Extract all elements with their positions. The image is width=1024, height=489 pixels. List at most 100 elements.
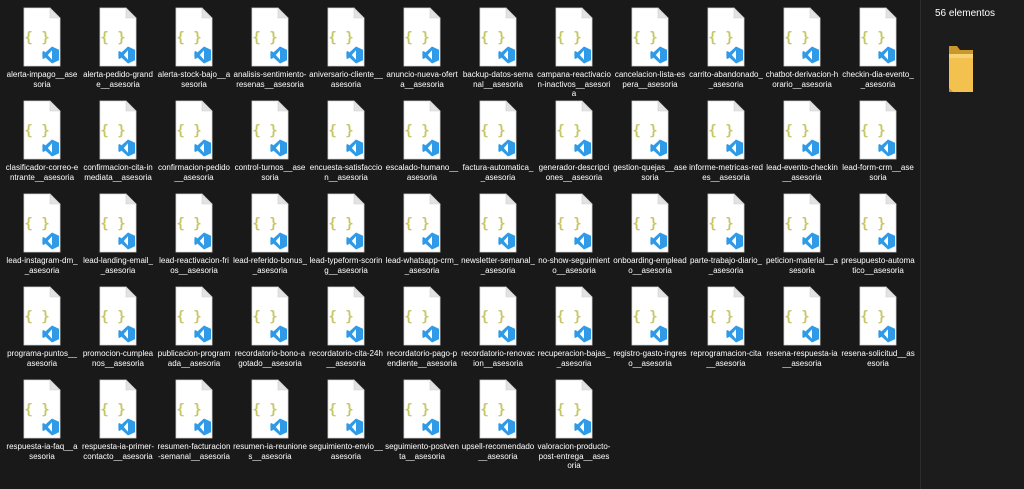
file-item[interactable]: { } parte-trabajo-diario__asesoria: [688, 190, 764, 283]
file-item[interactable]: { } analisis-sentimiento-resenas__asesor…: [232, 4, 308, 97]
file-item[interactable]: { } informe-metricas-redes__asesoria: [688, 97, 764, 190]
file-item[interactable]: { } presupuesto-automatico__asesoria: [840, 190, 916, 283]
file-item[interactable]: { } seguimiento-postventa__asesoria: [384, 376, 460, 469]
file-item[interactable]: { } resumen-ia-reuniones__asesoria: [232, 376, 308, 469]
file-item[interactable]: { } upsell-recomendado__asesoria: [460, 376, 536, 469]
file-item[interactable]: { } resena-solicitud__asesoria: [840, 283, 916, 376]
file-item[interactable]: { } lead-instagram-dm__asesoria: [4, 190, 80, 283]
file-name-label: newsletter-semanal__asesoria: [461, 256, 535, 275]
file-item[interactable]: { } cancelacion-lista-espera__asesoria: [612, 4, 688, 97]
file-item[interactable]: { } recordatorio-pago-pendiente__asesori…: [384, 283, 460, 376]
file-item[interactable]: { } peticion-material__asesoria: [764, 190, 840, 283]
file-item[interactable]: { } lead-landing-email__asesoria: [80, 190, 156, 283]
file-item[interactable]: { } recordatorio-bono-agotado__asesoria: [232, 283, 308, 376]
file-item[interactable]: { } clasificador-correo-entrante__asesor…: [4, 97, 80, 190]
svg-text:{ }: { }: [480, 216, 505, 232]
file-name-label: publicacion-programada__asesoria: [157, 349, 231, 368]
file-name-label: lead-landing-email__asesoria: [83, 256, 153, 275]
file-name-label: seguimiento-envio__asesoria: [309, 442, 383, 461]
file-item[interactable]: { } lead-evento-checkin__asesoria: [764, 97, 840, 190]
file-name-label: resumen-facturacion-semanal__asesoria: [157, 442, 231, 461]
file-item[interactable]: { } publicacion-programada__asesoria: [156, 283, 232, 376]
file-name-label: onboarding-empleado__asesoria: [613, 256, 687, 275]
file-name-label: control-turnos__asesoria: [234, 163, 306, 182]
file-item[interactable]: { } backup-datos-semanal__asesoria: [460, 4, 536, 97]
json-file-icon: { }: [783, 193, 821, 253]
file-item[interactable]: { } gestion-quejas__asesoria: [612, 97, 688, 190]
file-item[interactable]: { } no-show-seguimiento__asesoria: [536, 190, 612, 283]
file-item[interactable]: { } registro-gasto-ingreso__asesoria: [612, 283, 688, 376]
file-item[interactable]: { } lead-form-crm__asesoria: [840, 97, 916, 190]
file-item[interactable]: { } seguimiento-envio__asesoria: [308, 376, 384, 469]
json-file-icon: { }: [99, 7, 137, 67]
file-name-label: alerta-pedido-grande__asesoria: [83, 70, 153, 89]
file-item[interactable]: { } lead-typeform-scoring__asesoria: [308, 190, 384, 283]
file-item[interactable]: { } alerta-stock-bajo__asesoria: [156, 4, 232, 97]
file-item[interactable]: { } programa-puntos__asesoria: [4, 283, 80, 376]
svg-text:{ }: { }: [252, 309, 277, 325]
file-name-label: aniversario-cliente__asesoria: [309, 70, 383, 89]
svg-text:{ }: { }: [176, 309, 201, 325]
json-file-icon: { }: [631, 100, 669, 160]
file-item[interactable]: { } lead-reactivacion-frios__asesoria: [156, 190, 232, 283]
file-item[interactable]: { } respuesta-ia-primer-contacto__asesor…: [80, 376, 156, 469]
file-name-label: recordatorio-pago-pendiente__asesoria: [386, 349, 458, 368]
json-file-icon: { }: [859, 193, 897, 253]
file-item[interactable]: { } control-turnos__asesoria: [232, 97, 308, 190]
json-file-icon: { }: [479, 7, 517, 67]
file-item[interactable]: { } chatbot-derivacion-horario__asesoria: [764, 4, 840, 97]
file-name-label: alerta-impago__asesoria: [6, 70, 78, 89]
json-file-icon: { }: [403, 286, 441, 346]
file-item[interactable]: { } aniversario-cliente__asesoria: [308, 4, 384, 97]
file-item[interactable]: { } confirmacion-cita-inmediata__asesori…: [80, 97, 156, 190]
file-item[interactable]: { } encuesta-satisfaccion__asesoria: [308, 97, 384, 190]
file-name-label: programa-puntos__asesoria: [7, 349, 77, 368]
file-item[interactable]: { } escalado-humano__asesoria: [384, 97, 460, 190]
file-item[interactable]: { } confirmacion-pedido__asesoria: [156, 97, 232, 190]
file-item[interactable]: { } promocion-cumpleanos__asesoria: [80, 283, 156, 376]
json-file-icon: { }: [859, 286, 897, 346]
file-item[interactable]: { } recordatorio-renovacion__asesoria: [460, 283, 536, 376]
svg-text:{ }: { }: [480, 402, 505, 418]
json-file-icon: { }: [99, 193, 137, 253]
json-file-icon: { }: [23, 193, 61, 253]
file-item[interactable]: { } campana-reactivacion-inactivos__ases…: [536, 4, 612, 97]
file-item[interactable]: { } resumen-facturacion-semanal__asesori…: [156, 376, 232, 469]
file-item[interactable]: { } reprogramacion-cita__asesoria: [688, 283, 764, 376]
svg-text:{ }: { }: [556, 123, 581, 139]
file-name-label: alerta-stock-bajo__asesoria: [157, 70, 231, 89]
file-item[interactable]: { } alerta-pedido-grande__asesoria: [80, 4, 156, 97]
json-file-icon: { }: [555, 379, 593, 439]
file-item[interactable]: { } resena-respuesta-ia__asesoria: [764, 283, 840, 376]
file-item[interactable]: { } recuperacion-bajas__asesoria: [536, 283, 612, 376]
file-item[interactable]: { } lead-whatsapp-crm__asesoria: [384, 190, 460, 283]
json-file-icon: { }: [707, 286, 745, 346]
json-file-icon: { }: [23, 100, 61, 160]
svg-text:{ }: { }: [404, 123, 429, 139]
file-item[interactable]: { } checkin-dia-evento__asesoria: [840, 4, 916, 97]
file-item[interactable]: { } recordatorio-cita-24h__asesoria: [308, 283, 384, 376]
file-name-label: respuesta-ia-primer-contacto__asesoria: [81, 442, 155, 461]
svg-text:{ }: { }: [328, 123, 353, 139]
svg-text:{ }: { }: [252, 123, 277, 139]
svg-text:{ }: { }: [24, 123, 49, 139]
file-item[interactable]: { } factura-automatica__asesoria: [460, 97, 536, 190]
file-grid-pane[interactable]: { } alerta-impago__asesoria { } alerta-p…: [0, 0, 920, 489]
file-item[interactable]: { } onboarding-empleado__asesoria: [612, 190, 688, 283]
json-file-icon: { }: [631, 193, 669, 253]
json-file-icon: { }: [555, 7, 593, 67]
file-item[interactable]: { } valoracion-producto-post-entrega__as…: [536, 376, 612, 469]
svg-text:{ }: { }: [860, 216, 885, 232]
file-item[interactable]: { } generador-descripciones__asesoria: [536, 97, 612, 190]
file-name-label: reprogramacion-cita__asesoria: [690, 349, 762, 368]
file-item[interactable]: { } newsletter-semanal__asesoria: [460, 190, 536, 283]
svg-text:{ }: { }: [784, 216, 809, 232]
file-item[interactable]: { } carrito-abandonado__asesoria: [688, 4, 764, 97]
file-item[interactable]: { } alerta-impago__asesoria: [4, 4, 80, 97]
json-file-icon: { }: [251, 7, 289, 67]
svg-text:{ }: { }: [328, 30, 353, 46]
svg-text:{ }: { }: [632, 123, 657, 139]
file-item[interactable]: { } lead-referido-bonus__asesoria: [232, 190, 308, 283]
file-item[interactable]: { } anuncio-nueva-oferta__asesoria: [384, 4, 460, 97]
file-item[interactable]: { } respuesta-ia-faq__asesoria: [4, 376, 80, 469]
